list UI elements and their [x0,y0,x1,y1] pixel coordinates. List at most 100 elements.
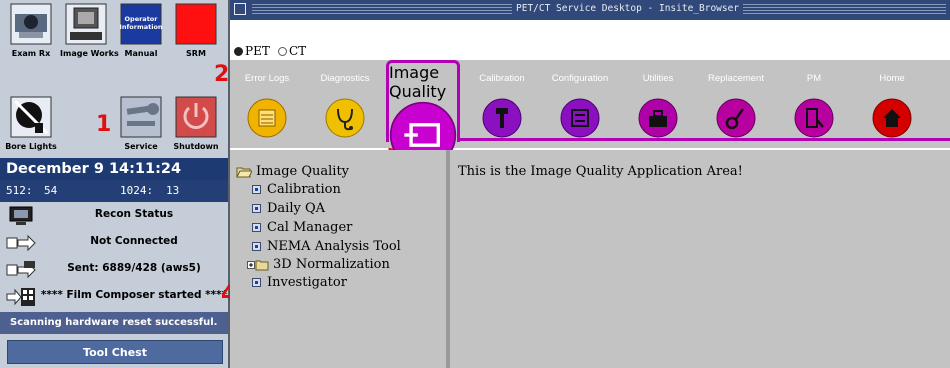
document-icon [252,185,261,194]
exam-rx-button[interactable]: Exam Rx [5,2,57,58]
tree-item-cal-manager[interactable]: Cal Manager [252,220,352,235]
ct-radio-label: CT [289,44,307,58]
tree-item-nema-analysis-tool[interactable]: NEMA Analysis Tool [252,239,401,254]
expand-folder-icon [247,260,269,270]
image-works-button[interactable]: Image Works [60,2,119,58]
step-badge-1: 1 [96,112,112,137]
tab-home[interactable]: Home [855,60,929,148]
document-icon [252,278,261,287]
tree-root-label: Image Quality [256,164,350,179]
count-1024-label: 1024: [120,184,154,197]
navigation-tree: Image Quality Calibration Daily QA Cal M… [230,150,446,368]
tab-replacement-label: Replacement [708,73,764,84]
tree-item-daily-qa[interactable]: Daily QA [252,201,325,216]
bore-lights-button[interactable]: Bore Lights [5,95,57,151]
pm-icon [794,98,834,138]
film-composer-text: **** Film Composer started **** [40,289,228,301]
configuration-icon [560,98,600,138]
exam-rx-label: Exam Rx [11,49,51,58]
open-folder-icon [236,167,252,177]
home-icon [872,98,912,138]
document-icon [252,223,261,232]
scanner-icon [10,3,52,45]
tab-calibration[interactable]: Calibration [465,60,539,148]
replacement-icon [716,98,756,138]
count-512-value: 54 [44,184,58,197]
tab-calibration-label: Calibration [479,73,525,84]
sent-status-text: Sent: 6889/428 (aws5) [67,262,201,274]
tree-item-3d-normalization[interactable]: 3D Normalization [247,257,390,272]
sent-status-row: Sent: 6889/428 (aws5) [0,256,228,283]
tab-configuration-label: Configuration [551,73,609,84]
application-area: This is the Image Quality Application Ar… [450,150,950,368]
tree-item-daily-qa-label: Daily QA [267,201,326,216]
bore-light-icon [10,96,52,138]
calibration-icon [482,98,522,138]
count-1024-value: 13 [166,184,180,197]
manual-label: Manual [124,49,158,58]
window-menu-icon[interactable] [234,3,246,15]
connection-status-text: Not Connected [90,235,178,247]
error-log-icon [247,98,287,138]
manual-button[interactable]: Operator Information Manual [115,2,167,58]
tab-configuration[interactable]: Configuration [543,60,617,148]
service-label: Service [124,142,158,151]
tab-image-quality[interactable]: Image Quality [386,60,460,169]
tree-root-image-quality[interactable]: Image Quality [236,164,349,179]
recon-status-text: Recon Status [94,208,174,220]
tree-item-investigator[interactable]: Investigator [252,275,347,290]
tab-replacement[interactable]: Replacement [699,60,773,148]
step-badge-2: 2 [214,62,230,87]
tab-diagnostics[interactable]: Diagnostics [308,60,382,148]
image-count-bar: 512: 54 1024: 13 [0,180,228,202]
tab-home-label: Home [879,73,905,84]
film-icon [6,288,35,306]
svg-text:Operator: Operator [125,15,159,23]
service-button[interactable]: Service [115,95,167,151]
document-icon [252,204,261,213]
tab-utilities[interactable]: Utilities [621,60,695,148]
left-panel: Exam Rx Image Works Operator Information… [0,0,230,368]
srm-button[interactable]: SRM [170,2,222,58]
window-title-bar: PET/CT Service Desktop - Insite_Browser [230,0,950,20]
tree-item-calibration-label: Calibration [267,182,341,197]
tab-pm-label: PM [806,73,822,84]
bore-lights-label: Bore Lights [5,142,57,151]
modality-selector: PET CT [230,40,950,60]
tool-chest-button[interactable]: Tool Chest [7,340,223,364]
recon-status-row: Recon Status [0,202,228,229]
tab-image-quality-label: Image Quality [389,63,447,101]
film-composer-row: **** Film Composer started **** [0,283,228,310]
wrench-icon [120,96,162,138]
window-title: PET/CT Service Desktop - Insite_Browser [512,3,744,14]
document-icon [252,242,261,251]
send-icon [6,261,36,279]
tab-error-logs[interactable]: Error Logs [230,60,304,148]
shutdown-button[interactable]: Shutdown [170,95,222,151]
stethoscope-icon [325,98,365,138]
pet-radio-dot [234,46,243,56]
pet-radio[interactable]: PET [234,44,270,58]
workstation-icon [65,3,107,45]
pet-radio-label: PET [245,44,270,58]
transfer-icon [6,234,36,252]
tree-item-3d-normalization-label: 3D Normalization [273,257,390,272]
ct-radio-dot [278,46,287,56]
utilities-icon [638,98,678,138]
tab-error-logs-label: Error Logs [244,73,290,84]
tree-item-investigator-label: Investigator [267,275,347,290]
tree-item-cal-manager-label: Cal Manager [267,220,353,235]
tree-item-calibration[interactable]: Calibration [252,182,341,197]
tab-diagnostics-label: Diagnostics [320,73,370,84]
connection-status-row: Not Connected [0,229,228,256]
operator-info-icon: Operator Information [119,3,163,45]
red-square-icon [175,3,217,45]
tab-pm[interactable]: PM [777,60,851,148]
svg-text:Information: Information [119,23,163,31]
date-time-display: December 9 14:11:24 [0,158,228,180]
count-512-label: 512: [6,184,33,197]
ct-radio[interactable]: CT [278,44,306,58]
application-area-message: This is the Image Quality Application Ar… [458,164,743,179]
image-works-label: Image Works [60,49,119,58]
tab-utilities-label: Utilities [642,73,674,84]
